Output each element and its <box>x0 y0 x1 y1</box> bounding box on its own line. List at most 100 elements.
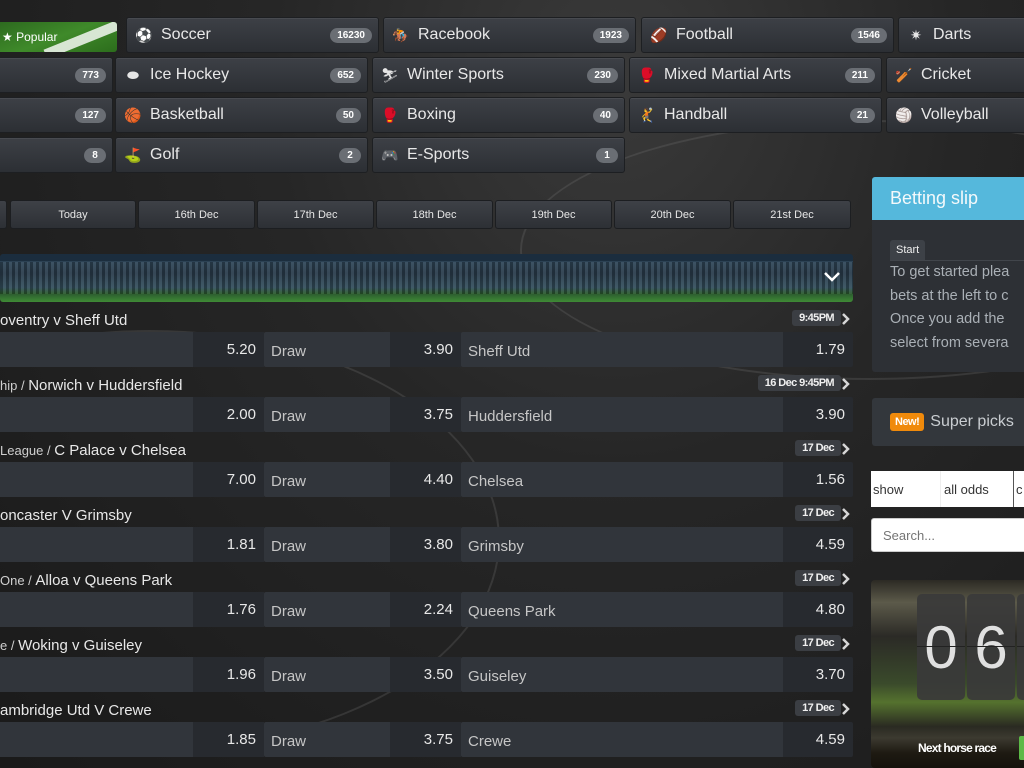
filter-all-odds[interactable]: all odds <box>941 471 1014 507</box>
sport-item-partial[interactable]: 127 <box>0 97 113 133</box>
home-odds[interactable]: 5.20 <box>193 332 264 367</box>
away-odds[interactable]: 1.56 <box>783 462 853 497</box>
home-selection[interactable] <box>0 332 193 367</box>
sport-item-partial[interactable]: 773 <box>0 57 113 93</box>
away-selection[interactable]: Queens Park <box>461 592 783 627</box>
sport-item-soccer[interactable]: ⚽ Soccer 16230 <box>126 17 379 53</box>
match-title[interactable]: hip / Norwich v Huddersfield <box>0 377 182 394</box>
draw-selection[interactable]: Draw <box>264 657 390 692</box>
sport-item-golf[interactable]: ⛳ Golf 2 <box>115 137 368 173</box>
chevron-right-icon[interactable] <box>839 376 853 392</box>
date-tab[interactable]: 18th Dec <box>376 200 493 229</box>
countdown-digit: 0 <box>917 594 965 700</box>
draw-selection[interactable]: Draw <box>264 722 390 757</box>
chevron-right-icon[interactable] <box>839 506 853 522</box>
sport-item-cricket[interactable]: 🏏 Cricket <box>886 57 1024 93</box>
draw-odds[interactable]: 3.75 <box>390 722 461 757</box>
sport-count-badge: 1 <box>596 147 618 163</box>
away-odds[interactable]: 3.90 <box>783 397 853 432</box>
sport-item-football[interactable]: 🏈 Football 1546 <box>641 17 894 53</box>
match-title[interactable]: oncaster V Grimsby <box>0 507 132 524</box>
home-selection[interactable] <box>0 657 193 692</box>
chevron-right-icon[interactable] <box>839 441 853 457</box>
home-odds[interactable]: 1.85 <box>193 722 264 757</box>
match-title[interactable]: e / Woking v Guiseley <box>0 637 142 654</box>
chevron-right-icon[interactable] <box>839 636 853 652</box>
sport-count-badge: 21 <box>849 107 875 123</box>
away-odds[interactable]: 4.59 <box>783 527 853 562</box>
home-odds[interactable]: 1.76 <box>193 592 264 627</box>
date-tab[interactable]: 20th Dec <box>614 200 731 229</box>
super-picks-button[interactable]: New! Super picks <box>872 398 1024 446</box>
sport-item-darts[interactable]: ✷ Darts <box>898 17 1024 53</box>
sport-item-mixed-martial-arts[interactable]: 🥊 Mixed Martial Arts 211 <box>629 57 882 93</box>
away-odds[interactable]: 3.70 <box>783 657 853 692</box>
sport-item-partial[interactable]: 8 <box>0 137 113 173</box>
draw-odds[interactable]: 3.75 <box>390 397 461 432</box>
fixture-name: Woking v Guiseley <box>18 637 143 654</box>
date-tab[interactable]: 17th Dec <box>257 200 374 229</box>
sport-name: Ice Hockey <box>150 66 230 83</box>
sport-item-handball[interactable]: 🤾 Handball 21 <box>629 97 882 133</box>
tab-start[interactable]: Start <box>890 240 926 260</box>
away-odds[interactable]: 1.79 <box>783 332 853 367</box>
match-title[interactable]: One / Alloa v Queens Park <box>0 572 172 589</box>
chevron-down-icon[interactable] <box>821 266 843 288</box>
home-odds[interactable]: 2.00 <box>193 397 264 432</box>
home-selection[interactable] <box>0 397 193 432</box>
sport-item-racebook[interactable]: 🏇 Racebook 1923 <box>383 17 636 53</box>
match-title[interactable]: oventry v Sheff Utd <box>0 312 127 329</box>
date-tab[interactable]: 19th Dec <box>495 200 612 229</box>
date-tab[interactable]: Today <box>10 200 136 229</box>
sport-item-basketball[interactable]: 🏀 Basketball 50 <box>115 97 368 133</box>
away-odds[interactable]: 4.59 <box>783 722 853 757</box>
popular-button[interactable]: ★ Popular <box>0 22 117 52</box>
date-tab[interactable] <box>0 200 7 229</box>
draw-odds[interactable]: 3.50 <box>390 657 461 692</box>
away-selection[interactable]: Chelsea <box>461 462 783 497</box>
home-odds[interactable]: 7.00 <box>193 462 264 497</box>
draw-selection[interactable]: Draw <box>264 332 390 367</box>
filter-show[interactable]: show <box>871 471 941 507</box>
date-tab[interactable]: 16th Dec <box>138 200 255 229</box>
away-selection[interactable]: Crewe <box>461 722 783 757</box>
sport-item-e-sports[interactable]: 🎮 E-Sports 1 <box>372 137 625 173</box>
home-odds[interactable]: 1.96 <box>193 657 264 692</box>
sport-item-boxing[interactable]: 🥊 Boxing 40 <box>372 97 625 133</box>
draw-odds[interactable]: 3.90 <box>390 332 461 367</box>
sport-item-volleyball[interactable]: 🏐 Volleyball <box>886 97 1024 133</box>
home-selection[interactable] <box>0 722 193 757</box>
search-input[interactable] <box>871 518 1024 552</box>
home-selection[interactable] <box>0 462 193 497</box>
home-odds[interactable]: 1.81 <box>193 527 264 562</box>
league-name: League / <box>0 443 55 458</box>
match-title[interactable]: League / C Palace v Chelsea <box>0 442 186 459</box>
away-odds[interactable]: 4.80 <box>783 592 853 627</box>
next-race-button[interactable] <box>1019 736 1024 760</box>
draw-selection[interactable]: Draw <box>264 527 390 562</box>
draw-selection[interactable]: Draw <box>264 592 390 627</box>
home-selection[interactable] <box>0 592 193 627</box>
sport-item-winter-sports[interactable]: ⛷ Winter Sports 230 <box>372 57 625 93</box>
draw-odds[interactable]: 2.24 <box>390 592 461 627</box>
away-selection[interactable]: Sheff Utd <box>461 332 783 367</box>
new-badge: New! <box>890 413 925 431</box>
chevron-right-icon[interactable] <box>839 571 853 587</box>
match-time-badge: 16 Dec 9:45PM <box>757 375 841 391</box>
date-tab[interactable]: 21st Dec <box>733 200 851 229</box>
draw-odds[interactable]: 4.40 <box>390 462 461 497</box>
match-title[interactable]: ambridge Utd V Crewe <box>0 702 152 719</box>
chevron-right-icon[interactable] <box>839 311 853 327</box>
sport-item-ice-hockey[interactable]: ⬬ Ice Hockey 652 <box>115 57 368 93</box>
sport-name: Handball <box>664 106 728 123</box>
filter-next-option[interactable]: c <box>1014 471 1023 507</box>
away-selection[interactable]: Guiseley <box>461 657 783 692</box>
chevron-right-icon[interactable] <box>839 701 853 717</box>
away-selection[interactable]: Huddersfield <box>461 397 783 432</box>
draw-selection[interactable]: Draw <box>264 462 390 497</box>
skiing-icon: ⛷ <box>381 66 399 83</box>
draw-odds[interactable]: 3.80 <box>390 527 461 562</box>
draw-selection[interactable]: Draw <box>264 397 390 432</box>
home-selection[interactable] <box>0 527 193 562</box>
away-selection[interactable]: Grimsby <box>461 527 783 562</box>
